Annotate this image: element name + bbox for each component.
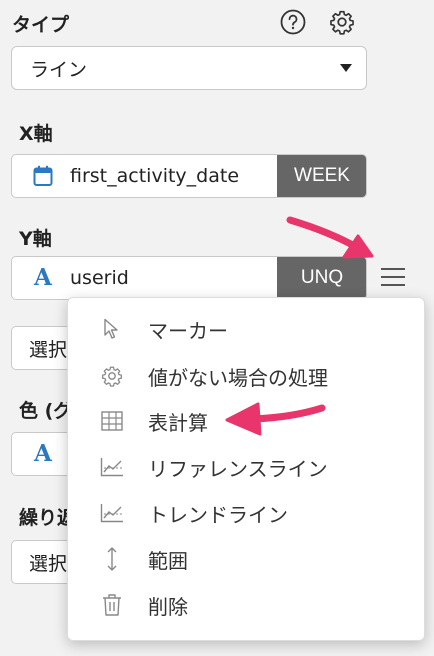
select-field-2-value: 選択 bbox=[29, 552, 68, 575]
help-circle-icon[interactable] bbox=[279, 8, 307, 36]
chart-line-icon bbox=[100, 501, 124, 525]
menu-item-label: トレンドライン bbox=[148, 502, 288, 527]
x-axis-field[interactable]: first_activity_date WEEK bbox=[11, 154, 367, 198]
chevron-down-icon bbox=[340, 64, 352, 72]
chart-line-icon bbox=[100, 455, 124, 479]
menu-item-label: 削除 bbox=[148, 594, 188, 619]
text-type-icon: A bbox=[34, 264, 52, 291]
cursor-pointer-icon bbox=[100, 317, 124, 341]
select-field-1-value: 選択 bbox=[29, 338, 68, 361]
trash-icon bbox=[100, 593, 124, 617]
gear-icon bbox=[100, 364, 124, 388]
menu-item-label: 表計算 bbox=[148, 410, 208, 435]
menu-item-reference-line[interactable]: リファレンスライン bbox=[68, 444, 424, 490]
menu-item-null-handling[interactable]: 値がない場合の処理 bbox=[68, 353, 424, 399]
menu-item-label: マーカー bbox=[148, 318, 228, 343]
y-axis-context-menu: マーカー 値がない場合の処理 表計算 リファレンスライン トレンドライン 範囲 bbox=[67, 297, 425, 641]
text-type-icon: A bbox=[34, 440, 52, 467]
gear-icon[interactable] bbox=[328, 8, 356, 36]
y-axis-field[interactable]: A userid UNQ bbox=[11, 256, 367, 300]
menu-item-label: リファレンスライン bbox=[148, 456, 328, 481]
calendar-icon bbox=[33, 165, 53, 191]
chart-type-select[interactable]: ライン bbox=[11, 46, 367, 90]
x-axis-label: X軸 bbox=[19, 123, 53, 145]
menu-item-label: 値がない場合の処理 bbox=[148, 365, 328, 390]
x-axis-field-name: first_activity_date bbox=[70, 165, 240, 187]
menu-item-table-calculation[interactable]: 表計算 bbox=[68, 398, 424, 444]
x-axis-aggregation-tag[interactable]: WEEK bbox=[277, 155, 366, 197]
y-axis-aggregation-tag[interactable]: UNQ bbox=[277, 257, 366, 299]
menu-item-label: 範囲 bbox=[148, 548, 188, 573]
table-icon bbox=[100, 409, 124, 433]
vertical-arrows-icon bbox=[100, 547, 124, 571]
menu-item-delete[interactable]: 削除 bbox=[68, 582, 424, 628]
menu-item-marker[interactable]: マーカー bbox=[68, 306, 424, 352]
chart-type-value: ライン bbox=[30, 58, 88, 81]
color-label: 色 (グ bbox=[19, 400, 73, 422]
type-label: タイプ bbox=[12, 14, 70, 36]
hamburger-menu-icon[interactable] bbox=[378, 262, 408, 292]
y-axis-label: Y軸 bbox=[19, 228, 52, 250]
menu-item-trend-line[interactable]: トレンドライン bbox=[68, 490, 424, 536]
menu-item-range[interactable]: 範囲 bbox=[68, 536, 424, 582]
y-axis-field-name: userid bbox=[70, 267, 129, 289]
